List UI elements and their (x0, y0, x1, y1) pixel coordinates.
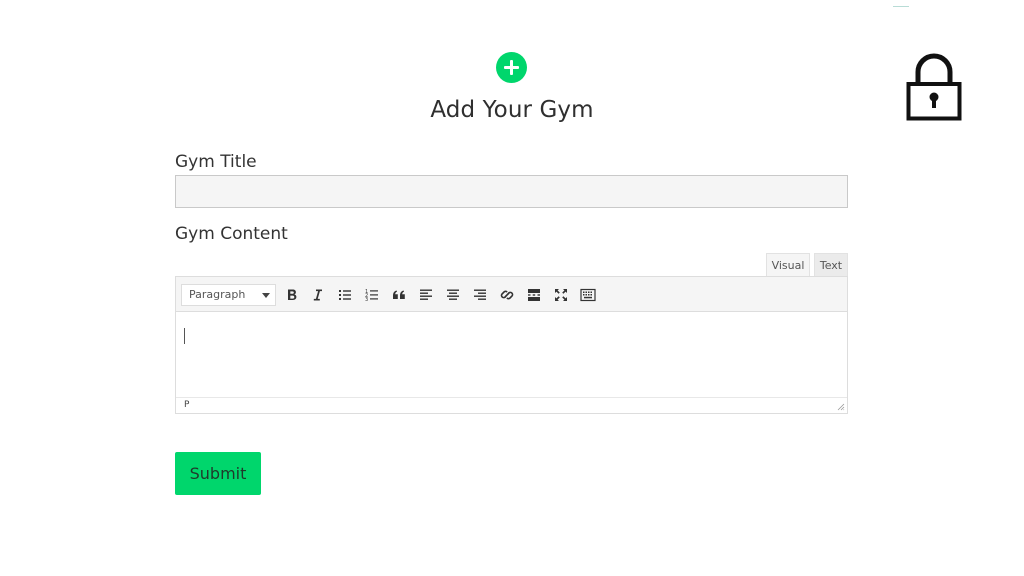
align-center-button[interactable] (443, 285, 463, 305)
text-cursor (184, 328, 185, 344)
editor-content-area[interactable] (176, 313, 847, 397)
page-title: Add Your Gym (430, 97, 594, 123)
bold-button[interactable] (282, 285, 302, 305)
align-right-icon (474, 289, 486, 300)
align-right-button[interactable] (470, 285, 490, 305)
page: Add Your Gym Gym Title Gym Content Visua… (0, 0, 1024, 576)
format-select[interactable]: Paragraph (181, 284, 276, 306)
tab-text[interactable]: Text (814, 253, 848, 277)
resize-handle-icon[interactable] (837, 403, 845, 411)
element-path[interactable]: P (184, 400, 189, 410)
blockquote-icon (393, 290, 405, 299)
numbered-list-icon: 1 2 3 (365, 289, 378, 303)
bulleted-list-icon (339, 290, 351, 300)
align-center-icon (447, 289, 459, 300)
toolbar-toggle-button[interactable] (578, 285, 598, 305)
chevron-down-icon (262, 293, 270, 298)
submit-button[interactable]: Submit (175, 452, 261, 495)
align-left-button[interactable] (416, 285, 436, 305)
bold-icon (288, 289, 297, 300)
fullscreen-button[interactable] (551, 285, 571, 305)
link-button[interactable] (497, 285, 517, 305)
editor-status-bar: P (176, 397, 847, 413)
editor-toolbar: Paragraph 1 2 3 (176, 277, 847, 312)
tab-visual[interactable]: Visual (766, 253, 810, 277)
plus-circle-icon (496, 52, 527, 83)
svg-text:3: 3 (365, 297, 368, 303)
gym-content-label: Gym Content (175, 224, 288, 244)
link-icon (500, 290, 514, 300)
format-select-value: Paragraph (189, 288, 246, 301)
blockquote-button[interactable] (389, 285, 409, 305)
italic-button[interactable] (308, 285, 328, 305)
gym-title-input[interactable] (175, 175, 848, 208)
fullscreen-icon (555, 289, 567, 301)
divider (893, 6, 909, 7)
italic-icon (313, 289, 322, 301)
keyboard-icon (580, 288, 596, 302)
bulleted-list-button[interactable] (335, 285, 355, 305)
read-more-button[interactable] (524, 285, 544, 305)
gym-title-label: Gym Title (175, 152, 257, 172)
read-more-icon (528, 289, 540, 301)
numbered-list-button[interactable]: 1 2 3 (362, 285, 382, 305)
align-left-icon (420, 289, 432, 300)
rich-text-editor: Paragraph 1 2 3 P (175, 276, 848, 414)
